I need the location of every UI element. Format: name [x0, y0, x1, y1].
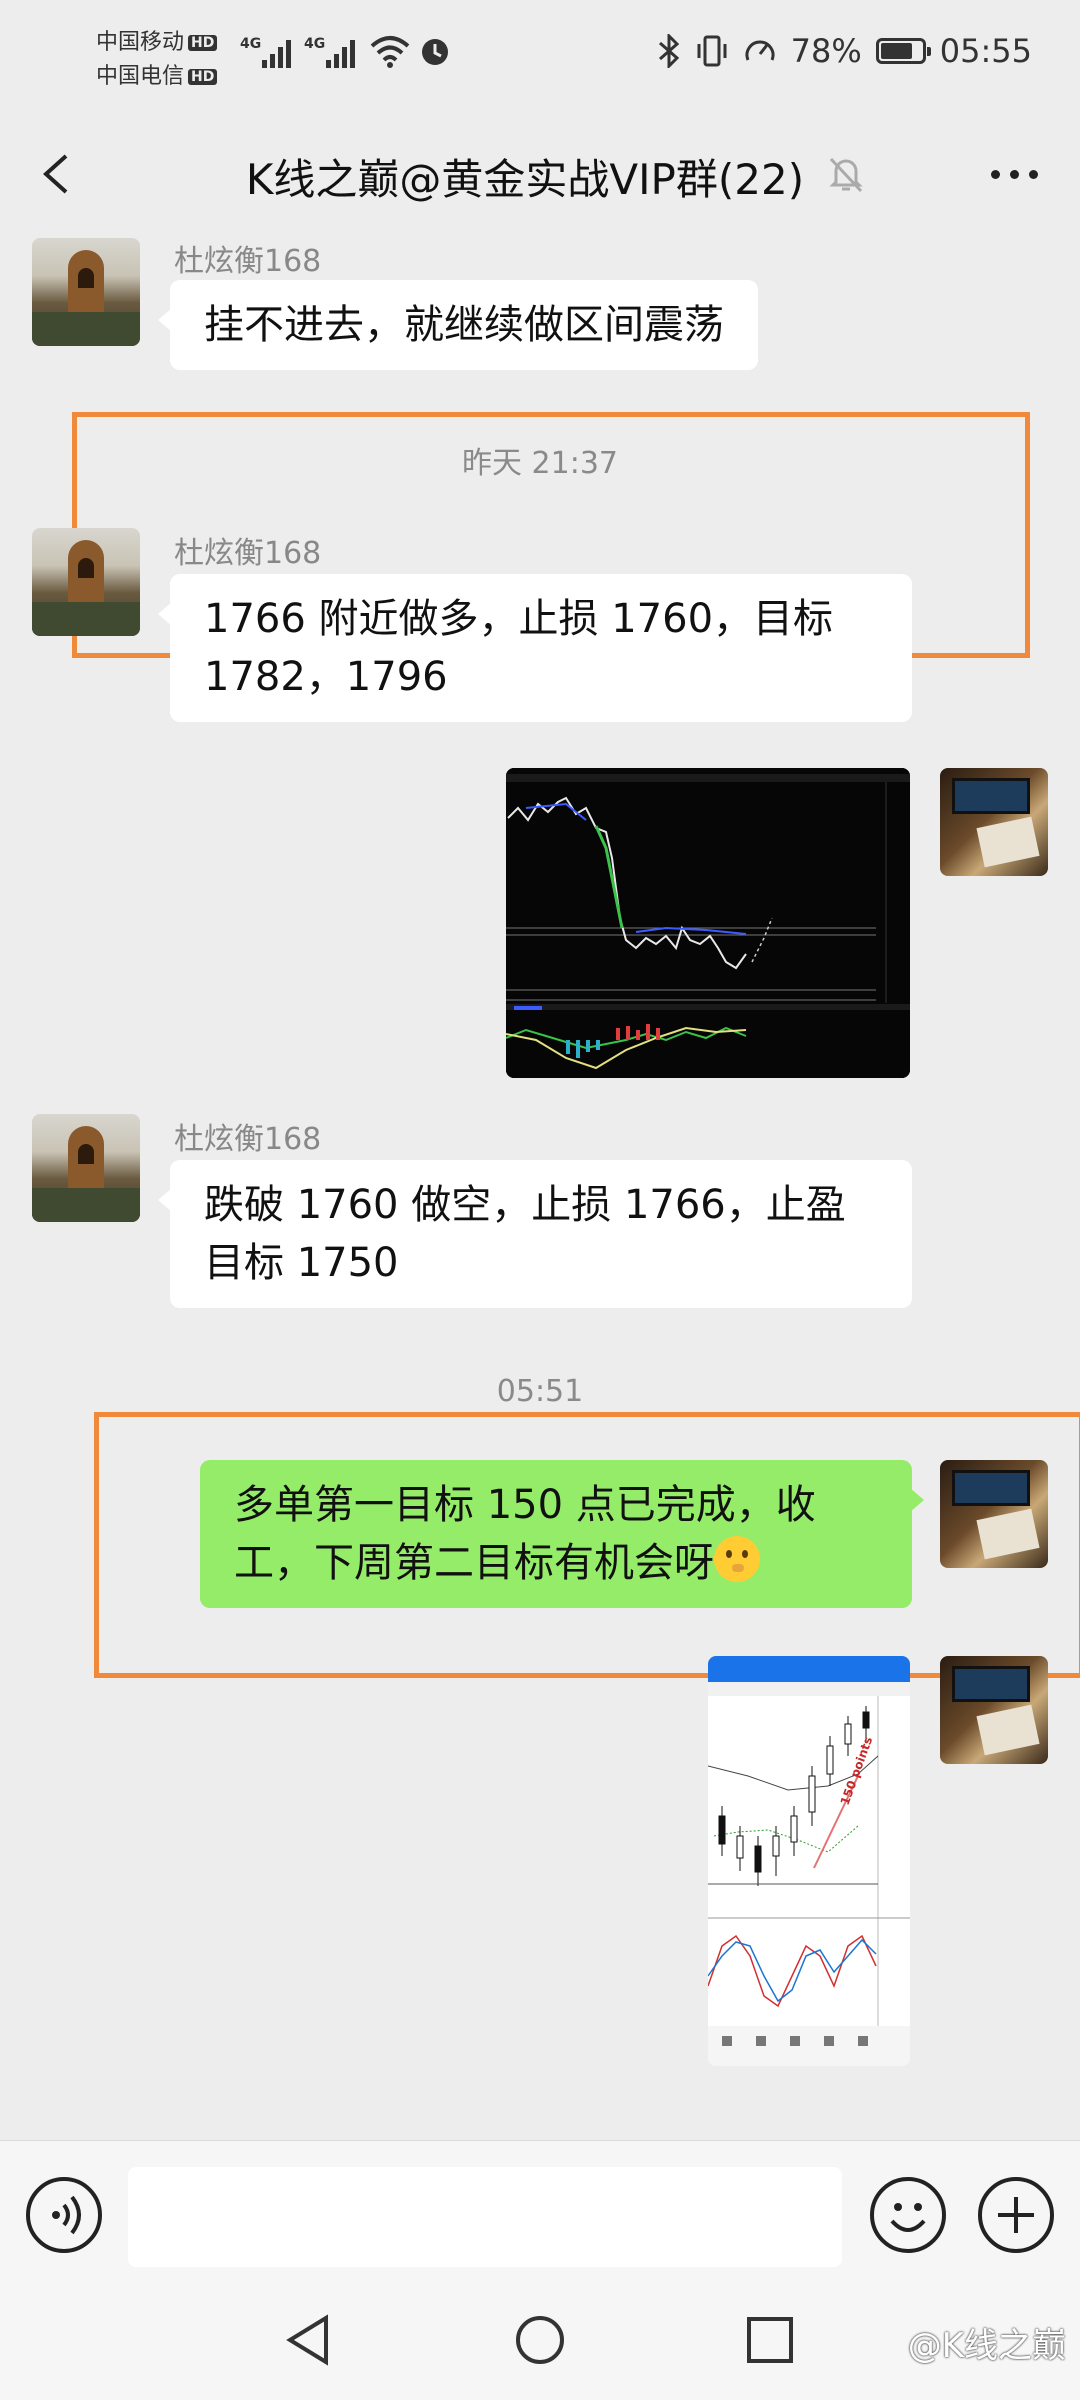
avatar-self[interactable] — [940, 1656, 1048, 1764]
status-right: 78% 05:55 — [657, 32, 1032, 70]
chart-screenshot-image: 150 points — [708, 1656, 910, 2066]
nav-recents-icon[interactable] — [746, 2316, 794, 2364]
plus-icon[interactable] — [978, 2177, 1054, 2253]
chat-title: K线之巅@黄金实战VIP群(22) — [245, 155, 805, 204]
chart-screenshot-image — [506, 768, 910, 1078]
watermark: @K线之巅 — [907, 2326, 1066, 2366]
signal-icon-2 — [326, 36, 356, 68]
message-bubble-self[interactable]: 多单第一目标 150 点已完成，收 工，下周第二目标有机会呀 — [200, 1460, 924, 1608]
avatar[interactable] — [32, 528, 140, 636]
avatar[interactable] — [32, 238, 140, 346]
input-bar — [0, 2140, 1080, 2280]
avatar-self[interactable] — [940, 1460, 1048, 1568]
emoji-icon[interactable] — [870, 2177, 946, 2253]
vibrate-icon — [697, 35, 727, 67]
timestamp: 昨天 21:37 — [462, 446, 618, 481]
nav-home-icon[interactable] — [514, 2314, 566, 2366]
battery-icon — [875, 38, 931, 64]
message-bubble[interactable]: 1766 附近做多，止损 1760，目标 1782，1796 — [158, 574, 912, 722]
sender-name: 杜炫衡168 — [174, 244, 322, 279]
image-message[interactable] — [506, 768, 910, 1078]
message-bubble[interactable]: 跌破 1760 做空，止损 1766，止盈 目标 1750 — [158, 1160, 912, 1308]
sender-name: 杜炫衡168 — [174, 536, 322, 571]
sender-name: 杜炫衡168 — [174, 1122, 322, 1157]
message-list: 杜炫衡168 挂不进去，就继续做区间震荡 昨天 21:37 杜炫衡168 176… — [0, 238, 1080, 2138]
network-label-1: 4G — [240, 36, 262, 52]
speed-icon — [745, 40, 775, 61]
bluetooth-icon — [658, 34, 679, 68]
timestamp: 05:51 — [496, 1374, 584, 1409]
more-icon[interactable] — [991, 170, 1038, 179]
battery-percent: 78% — [790, 32, 862, 70]
network-label-2: 4G — [304, 36, 326, 52]
message-input[interactable] — [128, 2167, 842, 2267]
shush-emoji-icon — [714, 1536, 760, 1582]
clock: 05:55 — [939, 32, 1032, 70]
chat-header: K线之巅@黄金实战VIP群(22) — [0, 110, 1080, 238]
avatar-self[interactable] — [940, 768, 1048, 876]
voice-icon[interactable] — [26, 2177, 102, 2253]
status-bar: 中国移动 HD 中国电信 HD 4G 4G 78% 05:55 — [0, 0, 1080, 110]
message-bubble[interactable]: 挂不进去，就继续做区间震荡 — [158, 280, 758, 370]
mute-icon — [829, 157, 863, 193]
signal-icon-1 — [262, 36, 292, 68]
wifi-icon — [370, 36, 410, 68]
nav-back-icon[interactable] — [284, 2314, 334, 2366]
carrier-1: 中国移动 HD — [96, 24, 218, 56]
image-message[interactable]: 150 points — [708, 1656, 910, 2066]
alarm-icon — [422, 39, 448, 65]
carrier-2: 中国电信 HD — [96, 58, 218, 90]
avatar[interactable] — [32, 1114, 140, 1222]
system-nav-bar: @K线之巅 — [0, 2280, 1080, 2400]
